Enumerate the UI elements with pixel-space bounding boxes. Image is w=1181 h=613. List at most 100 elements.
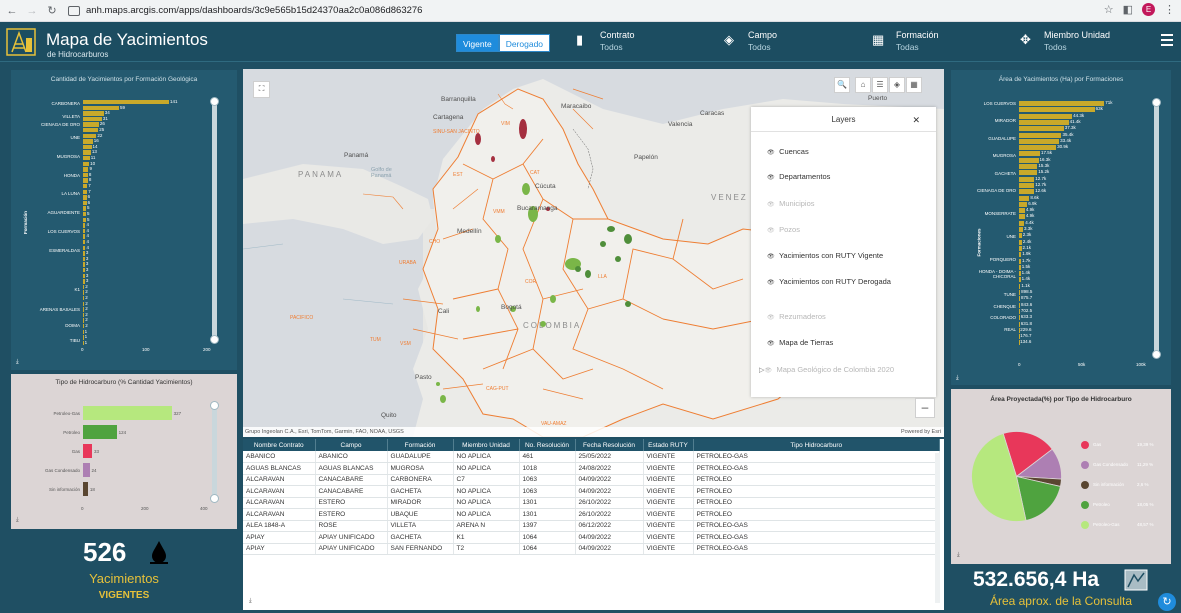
formation-bar-value: 8 (88, 171, 92, 177)
map-label-valencia: Valencia (668, 121, 693, 128)
table-download-icon[interactable]: ⤓ (249, 598, 252, 605)
reload-icon[interactable]: ↻ (44, 3, 60, 19)
cell-resolucion: 1018 (519, 462, 576, 475)
map-search-icon[interactable]: 🔍 (834, 77, 850, 93)
area-bar-value: 2.1k (1022, 244, 1032, 250)
area-scrollbar[interactable] (1154, 102, 1159, 354)
cell-campo: APIAY UNIFICADO (315, 531, 388, 544)
area-download-icon[interactable]: ⤓ (956, 375, 959, 382)
layer-item[interactable]: 👁 Yacimientos con RUTY Derogada (767, 277, 927, 286)
scroll-handle-bottom[interactable] (210, 335, 219, 344)
pie-download-icon[interactable]: ⤓ (957, 552, 960, 559)
x-tick-100: 100 (142, 347, 150, 352)
home-icon[interactable]: ⌂ (855, 77, 871, 93)
area-bar (1019, 132, 1062, 138)
table-row[interactable]: APIAY APIAY UNIFICADO SAN FERNANDO T2 1064 04… (243, 543, 940, 555)
column-header[interactable]: Campo (315, 439, 388, 451)
eye-icon[interactable]: 👁 (767, 253, 777, 260)
formation-label: CARBONERA (51, 101, 80, 106)
chart-scrollbar[interactable] (212, 100, 217, 340)
zoom-out-button[interactable]: – (915, 398, 935, 418)
eye-icon[interactable]: 👁 (767, 340, 777, 347)
area-bar (1019, 182, 1035, 188)
refresh-icon[interactable]: ↻ (1158, 593, 1176, 611)
profile-avatar[interactable]: E (1142, 3, 1155, 16)
table-scrollbar[interactable] (935, 453, 940, 603)
hydrocarbon-type-panel: Tipo de Hidrocarburo (% Cantidad Yacimie… (11, 374, 237, 529)
scroll-handle-top[interactable] (210, 97, 219, 106)
kebab-menu-icon[interactable]: ⋮ (1164, 3, 1175, 16)
table-row[interactable]: ALEA 1848-A ROSE VILLETA ARENA N 1397 06/12/2… (243, 520, 940, 532)
eye-icon[interactable]: 👁 (767, 314, 777, 321)
eye-icon[interactable]: 👁 (767, 201, 777, 208)
hydrocarbon-bar-value: 24 (91, 468, 97, 473)
layer-list-icon[interactable]: ◈ (889, 77, 905, 93)
vigente-toggle[interactable]: Vigente (456, 34, 499, 52)
layer-item[interactable]: 👁 Mapa de Tierras (767, 338, 927, 347)
contracts-table: Nombre Contrato Campo Formación Miembro … (243, 439, 944, 610)
sidebar-icon[interactable]: ◧ (1123, 3, 1133, 16)
derogado-toggle[interactable]: Derogado (498, 34, 551, 52)
eye-icon[interactable]: 👁 (767, 174, 777, 181)
cell-miembro: NO APLICA (453, 451, 520, 463)
table-row[interactable]: APIAY APIAY UNIFICADO GACHETA K1 1064 04/09/2… (243, 531, 940, 544)
formation-bar-value: 8 (88, 177, 92, 183)
eye-icon[interactable]: 👁 (767, 149, 777, 156)
column-header[interactable]: Estado RUTY (643, 439, 694, 451)
area-scroll-handle-bottom[interactable] (1152, 350, 1161, 359)
formation-bar (83, 100, 169, 105)
column-header[interactable]: No. Resolución (519, 439, 576, 451)
table-row[interactable]: ALCARAVAN ESTERO UBAQUE NO APLICA 1301 26/10/… (243, 508, 940, 521)
download-icon[interactable]: ⤓ (16, 359, 19, 366)
layer-item[interactable]: ▷👁 Mapa Geológico de Colombia 2020 (759, 365, 919, 374)
star-icon[interactable]: ☆ (1104, 3, 1114, 16)
table-row[interactable]: ALCARAVAN CANACABARE GACHETA NO APLICA 1063 0… (243, 485, 940, 498)
hc-download-icon[interactable]: ⤓ (16, 517, 19, 524)
address-bar[interactable]: anh.maps.arcgis.com/apps/dashboards/3c9e… (68, 5, 422, 16)
cell-formacion: GUADALUPE (387, 451, 454, 463)
column-header[interactable]: Miembro Unidad (453, 439, 520, 451)
layer-item[interactable]: 👁 Rezumaderos (767, 312, 927, 321)
table-row[interactable]: AGUAS BLANCAS AGUAS BLANCAS MUGROSA NO APLI… (243, 462, 940, 475)
cell-estado: VIGENTE (643, 531, 694, 544)
eye-icon[interactable]: 👁 (764, 367, 774, 374)
column-header[interactable]: Fecha Resolución (575, 439, 644, 451)
eye-icon[interactable]: 👁 (767, 227, 777, 234)
legend-list-icon[interactable]: ☰ (872, 77, 888, 93)
forward-arrow-icon[interactable]: → (24, 3, 40, 19)
layer-item[interactable]: 👁 Pozos (767, 225, 927, 234)
x-tick-200: 200 (203, 347, 211, 352)
eye-icon[interactable]: 👁 (767, 279, 777, 286)
area-by-formation-chart: 71k 63k 44.3k 41.4k 37.3k 35.4k 33.4k 30.9k 17.5… (951, 70, 1171, 385)
site-info-icon[interactable] (68, 5, 80, 16)
layer-item[interactable]: 👁 Departamentos (767, 172, 927, 181)
formation-bar (83, 122, 99, 127)
hc-scroll-handle-top[interactable] (210, 401, 219, 410)
map-label-cali: Cali (438, 308, 450, 315)
hc-scroll-handle-bottom[interactable] (210, 494, 219, 503)
layer-item[interactable]: 👁 Cuencas (767, 147, 927, 156)
expand-map-icon[interactable]: ⛶ (253, 81, 270, 98)
formation-bar-value: 4 (86, 239, 89, 244)
table-row[interactable]: ABANICO ABANICO GUADALUPE NO APLICA 461 25/05… (243, 451, 940, 463)
cell-contrato: APIAY (243, 531, 316, 544)
area-scroll-handle-top[interactable] (1152, 98, 1161, 107)
formation-bar-value: 5 (87, 216, 90, 222)
cell-formacion: VILLETA (387, 520, 454, 532)
column-header[interactable]: Nombre Contrato (243, 439, 316, 451)
area-bar-value: 16.3k (1039, 156, 1051, 162)
hc-x-tick-400: 400 (200, 506, 208, 511)
column-header[interactable]: Tipo Hidrocarburo (693, 439, 940, 451)
basemap-gallery-icon[interactable]: ▦ (906, 77, 922, 93)
layer-item[interactable]: 👁 Yacimientos con RUTY Vigente (767, 251, 927, 260)
hamburger-menu-icon[interactable] (1161, 34, 1173, 49)
close-layers-icon[interactable]: ✕ (912, 115, 920, 126)
hc-scrollbar[interactable] (212, 404, 217, 499)
formation-bar-value: 2 (85, 311, 88, 317)
table-row[interactable]: ALCARAVAN ESTERO MIRADOR NO APLICA 1301 26/10… (243, 497, 940, 509)
cell-estado: VIGENTE (643, 508, 694, 521)
back-arrow-icon[interactable]: ← (4, 3, 20, 19)
table-row[interactable]: ALCARAVAN CANACABARE CARBONERA C7 1063 04/09/… (243, 474, 940, 486)
layer-item[interactable]: 👁 Municipios (767, 199, 927, 208)
column-header[interactable]: Formación (387, 439, 454, 451)
